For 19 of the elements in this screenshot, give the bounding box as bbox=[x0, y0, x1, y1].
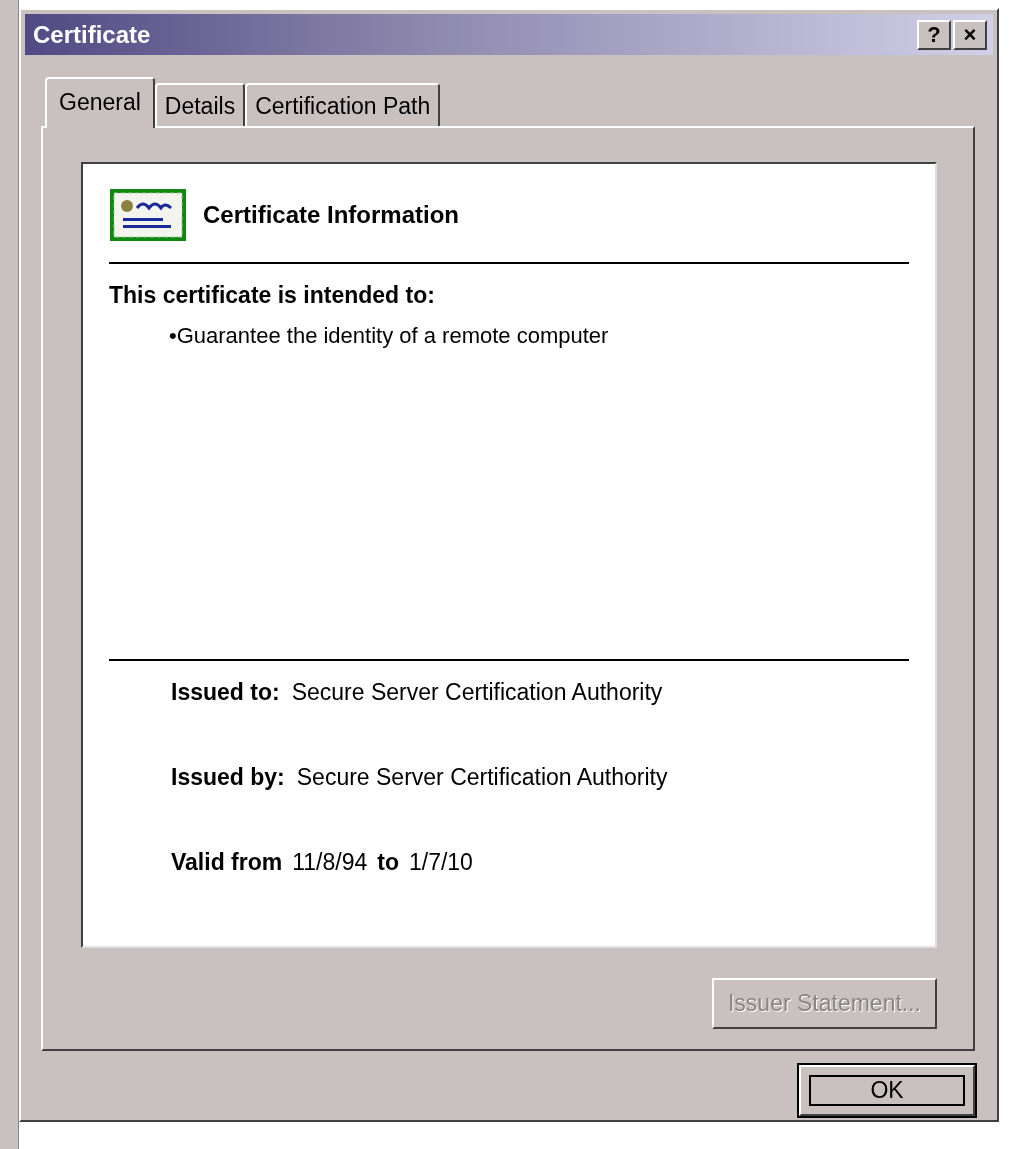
help-button[interactable]: ? bbox=[917, 19, 951, 50]
ok-button[interactable]: OK bbox=[799, 1065, 975, 1116]
section-heading: Certificate Information bbox=[203, 201, 460, 230]
field-label: Issued to: bbox=[171, 679, 280, 707]
field-value: 11/8/94 bbox=[292, 849, 368, 877]
close-button[interactable]: × bbox=[953, 19, 987, 50]
field-label: to bbox=[377, 849, 399, 877]
tab[interactable]: General bbox=[45, 77, 155, 129]
tab[interactable]: Details bbox=[154, 83, 246, 127]
certificate-icon bbox=[109, 188, 187, 243]
field-value: Secure Server Certification Authority bbox=[291, 679, 663, 707]
field-label: Issued by: bbox=[171, 764, 285, 792]
window-title: Certificate bbox=[33, 20, 151, 49]
field-value: Secure Server Certification Authority bbox=[296, 764, 668, 792]
tab[interactable]: Certification Path bbox=[245, 83, 441, 127]
field-value: 1/7/10 bbox=[408, 849, 473, 877]
purpose-title: This certificate is intended to: bbox=[109, 282, 436, 310]
purpose-item: •Guarantee the identity of a remote computer bbox=[169, 323, 610, 350]
field-label: Valid from bbox=[171, 849, 283, 877]
